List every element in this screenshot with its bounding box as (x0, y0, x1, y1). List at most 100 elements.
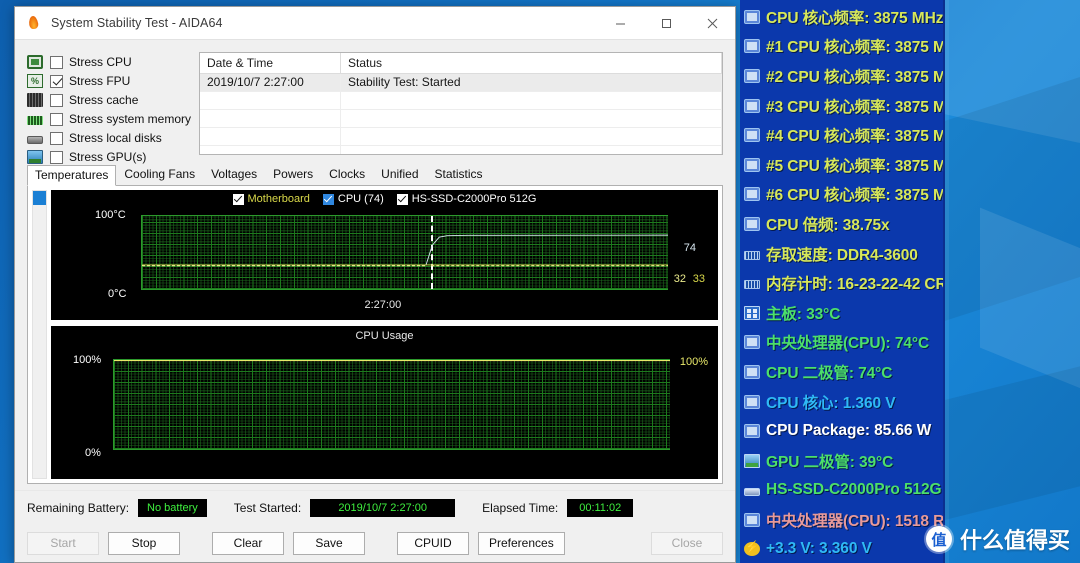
osd-item-text: #5 CPU 核心频率: 3875 MHz (766, 157, 945, 175)
cpu-icon (27, 55, 43, 69)
save-button[interactable]: Save (293, 531, 365, 555)
cpu-icon (744, 512, 760, 527)
osd-item: #5 CPU 核心频率: 3875 MHz (742, 150, 943, 180)
stress-option-label: Stress GPU(s) (69, 150, 147, 164)
table-header-row: Date & Time Status (200, 53, 722, 74)
cpu-icon (744, 335, 760, 350)
osd-item: #1 CPU 核心频率: 3875 MHz (742, 32, 943, 62)
cpuid-button[interactable]: CPUID (397, 531, 469, 555)
graphs-scrollbar[interactable] (32, 190, 47, 479)
table-row[interactable]: 2019/10/7 2:27:00 Stability Test: Starte… (200, 74, 722, 92)
wallpaper-ray (945, 0, 949, 563)
legend-checkbox[interactable] (396, 193, 408, 205)
chart-legend: Motherboard CPU (74) HS-SSD-C2000Pro 512… (51, 193, 718, 205)
title-bar[interactable]: System Stability Test - AIDA64 (15, 7, 735, 39)
legend-checkbox[interactable] (232, 193, 244, 205)
osd-item: +3.3 V: 3.360 V (742, 535, 943, 563)
stress-disks-checkbox[interactable] (50, 131, 63, 145)
legend-checkbox[interactable] (322, 193, 334, 205)
elapsed-time-value: 00:11:02 (567, 498, 634, 517)
osd-item-text: HS-SSD-C2000Pro 512G: 33°C (766, 481, 945, 499)
table-row-empty (200, 146, 722, 154)
legend-item-ssd[interactable]: HS-SSD-C2000Pro 512G (396, 193, 536, 205)
stress-option-label: Stress local disks (69, 131, 162, 145)
stress-option-cache[interactable]: Stress cache (27, 91, 187, 109)
disk-icon (744, 488, 760, 497)
maximize-button[interactable] (643, 7, 689, 39)
chart-title: CPU Usage (355, 330, 414, 342)
tab-statistics[interactable]: Statistics (427, 164, 491, 185)
osd-item: HS-SSD-C2000Pro 512G: 33°C (742, 476, 943, 506)
stress-cache-checkbox[interactable] (50, 93, 63, 107)
clear-button[interactable]: Clear (212, 531, 284, 555)
osd-item-text: GPU 二极管: 39°C (766, 453, 894, 471)
table-row-empty (200, 110, 722, 128)
tab-unified[interactable]: Unified (373, 164, 426, 185)
cpu-icon (744, 9, 760, 24)
stress-option-fpu[interactable]: % Stress FPU (27, 72, 187, 90)
osd-item-text: #4 CPU 核心频率: 3875 MHz (766, 128, 945, 146)
cpu-usage-chart[interactable]: CPU Usage 100% 0% 100% (51, 326, 718, 479)
legend-item-motherboard[interactable]: Motherboard (232, 193, 310, 205)
osd-item-text: #3 CPU 核心频率: 3875 MHz (766, 98, 945, 116)
cpu-icon (744, 187, 760, 202)
stress-cpu-checkbox[interactable] (50, 55, 63, 69)
preferences-button[interactable]: Preferences (478, 531, 565, 555)
stress-options-list: Stress CPU % Stress FPU Stress cache Str… (27, 52, 191, 164)
osd-item-text: CPU 倍频: 38.75x (766, 216, 890, 234)
status-log-table[interactable]: Date & Time Status 2019/10/7 2:27:00 Sta… (199, 52, 723, 155)
table-row-empty (200, 92, 722, 110)
stress-option-label: Stress FPU (69, 74, 131, 88)
voltage-icon (744, 539, 760, 557)
column-header-status[interactable]: Status (341, 53, 722, 74)
elapsed-time-label: Elapsed Time: (482, 500, 559, 515)
tab-temperatures[interactable]: Temperatures (27, 165, 117, 186)
stress-option-cpu[interactable]: Stress CPU (27, 53, 187, 71)
button-bar: Start Stop Clear Save CPUID Preferences … (15, 524, 735, 562)
legend-label: Motherboard (247, 193, 310, 205)
stress-option-memory[interactable]: Stress system memory (27, 110, 191, 128)
legend-item-cpu[interactable]: CPU (74) (322, 193, 384, 205)
cell-status: Stability Test: Started (341, 74, 722, 92)
graph-tab-bar[interactable]: Temperatures Cooling Fans Voltages Power… (27, 164, 735, 186)
scrollbar-thumb[interactable] (33, 191, 46, 205)
osd-item-text: +3.3 V: 3.360 V (766, 540, 872, 558)
aida64-osd-panel: CPU 核心频率: 3875 MHz #1 CPU 核心频率: 3875 MHz… (740, 0, 945, 563)
close-button-bottom[interactable]: Close (651, 531, 723, 555)
stress-fpu-checkbox[interactable] (50, 74, 63, 88)
tab-voltages[interactable]: Voltages (203, 164, 265, 185)
cpu-icon (744, 128, 760, 143)
cpu-icon (744, 424, 760, 439)
stress-option-label: Stress CPU (69, 55, 132, 69)
start-button[interactable]: Start (27, 531, 99, 555)
stress-option-disks[interactable]: Stress local disks (27, 129, 187, 147)
osd-item: CPU 核心: 1.360 V (742, 387, 943, 417)
stress-memory-checkbox[interactable] (50, 112, 63, 126)
close-button[interactable] (689, 7, 735, 39)
y-axis-bottom-label: 0% (85, 447, 101, 459)
window-client-area: Stress CPU % Stress FPU Stress cache Str… (15, 39, 735, 562)
osd-item-text: 中央处理器(CPU): 74°C (766, 335, 930, 353)
cpu-icon (744, 68, 760, 83)
tab-cooling-fans[interactable]: Cooling Fans (116, 164, 203, 185)
tab-powers[interactable]: Powers (265, 164, 321, 185)
cpu-usage-plot-area (113, 359, 670, 450)
temperatures-chart[interactable]: Motherboard CPU (74) HS-SSD-C2000Pro 512… (51, 190, 718, 320)
aida64-stability-window: System Stability Test - AIDA64 Stress CP… (14, 6, 736, 563)
column-header-datetime[interactable]: Date & Time (200, 53, 341, 74)
osd-item: 内存计时: 16-23-22-42 CR1 (742, 268, 943, 298)
osd-item: #3 CPU 核心频率: 3875 MHz (742, 91, 943, 121)
stress-option-label: Stress cache (69, 93, 139, 107)
temperatures-plot-area (141, 215, 668, 290)
wallpaper-ray (980, 207, 1080, 413)
stress-gpu-checkbox[interactable] (50, 150, 63, 164)
tab-clocks[interactable]: Clocks (321, 164, 373, 185)
osd-item: 中央处理器(CPU): 1518 RPM (742, 505, 943, 535)
minimize-button[interactable] (597, 7, 643, 39)
cache-icon (27, 93, 43, 107)
osd-item: 主板: 33°C (742, 298, 943, 328)
osd-item: CPU 二极管: 74°C (742, 357, 943, 387)
stop-button[interactable]: Stop (108, 531, 180, 555)
test-started-value: 2019/10/7 2:27:00 (310, 498, 456, 517)
cpu-icon (744, 364, 760, 379)
